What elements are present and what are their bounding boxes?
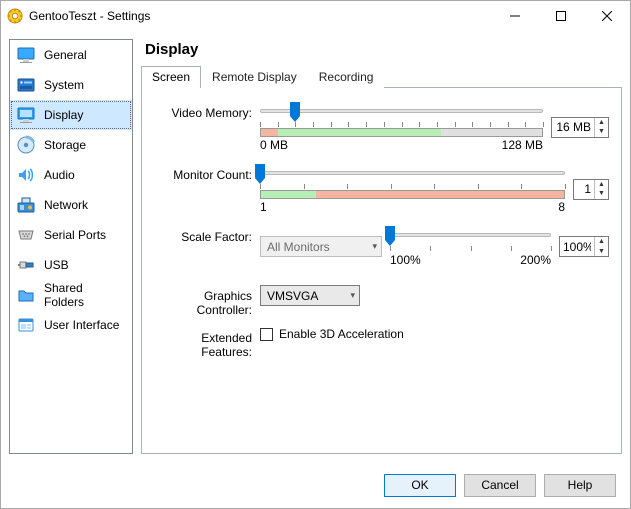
range-max-label: 200% [520,253,551,267]
chevron-down-icon: ▾ [350,290,355,301]
graphics-controller-combo[interactable]: VMSVGA ▾ [260,285,360,306]
row-video-memory: Video Memory: [154,102,609,152]
main-panel: Display Screen Remote Display Recording … [141,39,622,454]
monitor-count-spinbox[interactable]: ▲▼ [573,179,609,200]
sidebar-item-label: Shared Folders [44,281,126,309]
range-min-label: 100% [390,253,421,267]
tab-remote-display[interactable]: Remote Display [201,66,308,88]
sidebar-item-user-interface[interactable]: User Interface [10,310,132,340]
row-extended-features: Extended Features: Enable 3D Acceleratio… [154,327,609,359]
label-scale-factor: Scale Factor: [154,226,252,244]
app-icon [7,8,23,24]
sidebar-item-usb[interactable]: USB [10,250,132,280]
spin-down-icon[interactable]: ▼ [595,127,608,137]
label-extended-features: Extended Features: [154,327,252,359]
monitor-count-input[interactable] [574,180,594,199]
sidebar-item-label: Audio [44,168,75,182]
spin-up-icon[interactable]: ▲ [595,237,608,247]
video-memory-range-bar [260,128,543,137]
system-icon [16,75,36,95]
minimize-button[interactable] [492,1,538,31]
cancel-button[interactable]: Cancel [464,474,536,497]
slider-thumb[interactable] [384,225,396,247]
spin-up-icon[interactable]: ▲ [595,118,608,128]
range-min-label: 0 MB [260,138,288,152]
video-memory-input[interactable] [552,118,594,137]
monitor-count-range-bar [260,190,565,199]
user-interface-icon [16,315,36,335]
sidebar-item-label: Serial Ports [44,228,106,242]
tab-recording[interactable]: Recording [308,66,385,88]
tabstrip: Screen Remote Display Recording [141,66,622,88]
checkbox-label: Enable 3D Acceleration [279,327,404,341]
label-video-memory: Video Memory: [154,102,252,120]
close-button[interactable] [584,1,630,31]
help-button[interactable]: Help [544,474,616,497]
window-controls [492,1,630,31]
shared-folders-icon [16,285,36,305]
sidebar-item-label: Storage [44,138,86,152]
slider-monitor-count[interactable]: 1 8 [260,164,565,214]
sidebar-item-audio[interactable]: Audio [10,160,132,190]
dialog-footer: OK Cancel Help [1,462,630,508]
label-monitor-count: Monitor Count: [154,164,252,182]
sidebar-item-general[interactable]: General [10,40,132,70]
video-memory-spinbox[interactable]: ▲▼ [551,117,609,138]
sidebar-item-serial-ports[interactable]: Serial Ports [10,220,132,250]
usb-icon [16,255,36,275]
graphics-controller-value: VMSVGA [267,289,318,303]
general-icon [16,45,36,65]
sidebar-item-label: System [44,78,84,92]
sidebar-item-storage[interactable]: Storage [10,130,132,160]
sidebar-item-shared-folders[interactable]: Shared Folders [10,280,132,310]
sidebar-item-label: USB [44,258,69,272]
storage-icon [16,135,36,155]
sidebar-item-display[interactable]: Display [10,100,132,130]
range-max-label: 128 MB [502,138,543,152]
range-max-label: 8 [558,200,565,214]
sidebar-item-label: User Interface [44,318,119,332]
window-title: GentooTeszt - Settings [29,9,492,23]
window-body: General System Display Storage Audio Net… [1,31,630,462]
checkbox-enable-3d[interactable]: Enable 3D Acceleration [260,327,609,341]
tab-screen[interactable]: Screen [141,66,201,88]
sidebar-item-label: Display [44,108,83,122]
slider-scale-factor[interactable]: 100% 200% [390,226,551,267]
sidebar[interactable]: General System Display Storage Audio Net… [9,39,133,454]
label-graphics-controller: Graphics Controller: [154,285,252,317]
row-monitor-count: Monitor Count: [154,164,609,214]
audio-icon [16,165,36,185]
scale-factor-input[interactable] [560,237,594,256]
sidebar-item-network[interactable]: Network [10,190,132,220]
network-icon [16,195,36,215]
sidebar-item-system[interactable]: System [10,70,132,100]
spin-down-icon[interactable]: ▼ [595,247,608,257]
tab-page-screen: Video Memory: [141,88,622,454]
slider-video-memory[interactable]: 0 MB 128 MB [260,102,543,152]
sidebar-item-label: General [44,48,87,62]
serial-ports-icon [16,225,36,245]
settings-window: GentooTeszt - Settings General System Di… [0,0,631,509]
spin-up-icon[interactable]: ▲ [595,180,608,190]
scale-factor-spinbox[interactable]: ▲▼ [559,236,609,257]
row-graphics-controller: Graphics Controller: VMSVGA ▾ [154,285,609,317]
sidebar-item-label: Network [44,198,88,212]
slider-thumb[interactable] [254,163,266,185]
chevron-down-icon: ▾ [372,241,377,252]
slider-thumb[interactable] [289,101,301,123]
titlebar: GentooTeszt - Settings [1,1,630,31]
monitor-select-value: All Monitors [267,240,330,254]
range-min-label: 1 [260,200,267,214]
maximize-button[interactable] [538,1,584,31]
page-title: Display [145,41,622,58]
ok-button[interactable]: OK [384,474,456,497]
monitor-select: All Monitors ▾ [260,236,382,257]
display-icon [16,105,36,125]
spin-down-icon[interactable]: ▼ [595,189,608,199]
checkbox-box[interactable] [260,328,273,341]
row-scale-factor: Scale Factor: All Monitors ▾ [154,226,609,267]
